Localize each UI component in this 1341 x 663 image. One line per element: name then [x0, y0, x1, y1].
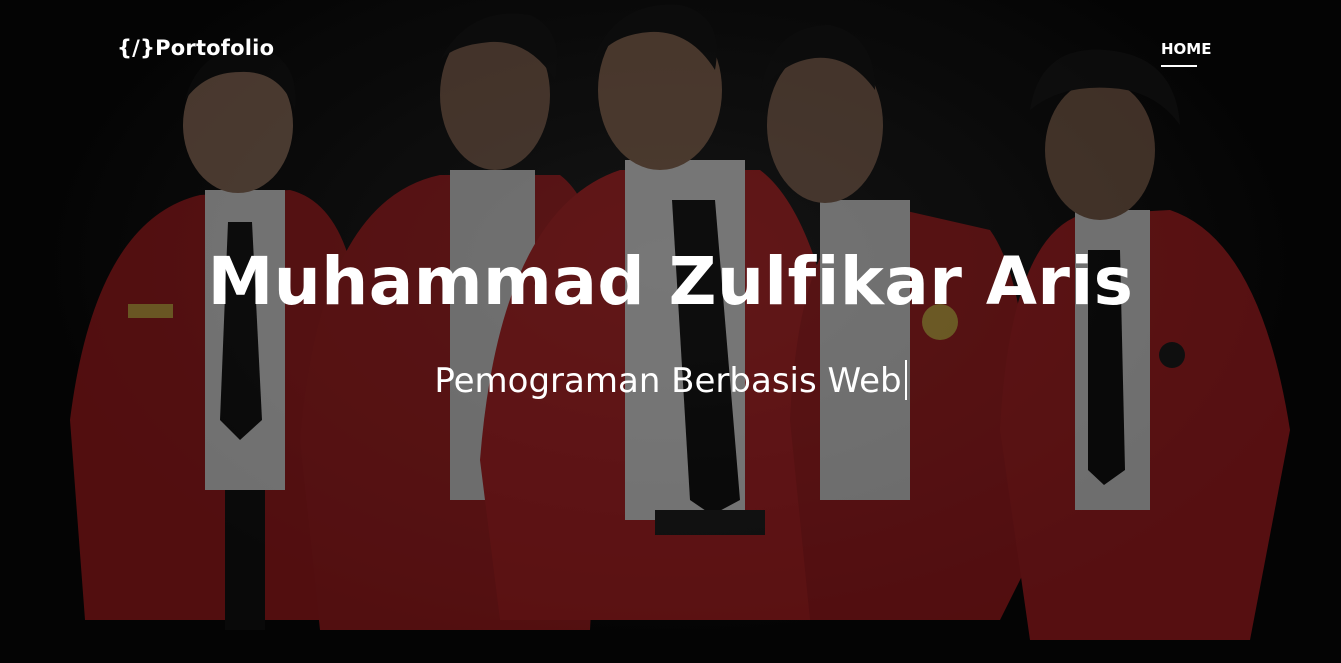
- hero-title: Muhammad Zulfikar Aris: [207, 243, 1134, 320]
- hero-section: {/}Portofolio HOME Muhammad Zulfikar Ari…: [0, 0, 1341, 663]
- hero-subtitle: Pemograman Berbasis Web: [0, 360, 1341, 401]
- dark-overlay: [0, 0, 1341, 663]
- active-nav-indicator: [1161, 65, 1197, 67]
- typed-text: Pemograman Berbasis Web: [434, 361, 902, 401]
- navbar: {/}Portofolio HOME: [0, 0, 1341, 90]
- nav-link-home[interactable]: HOME: [1161, 40, 1211, 58]
- brand-logo[interactable]: {/}Portofolio: [117, 36, 274, 60]
- typing-cursor: [904, 360, 907, 400]
